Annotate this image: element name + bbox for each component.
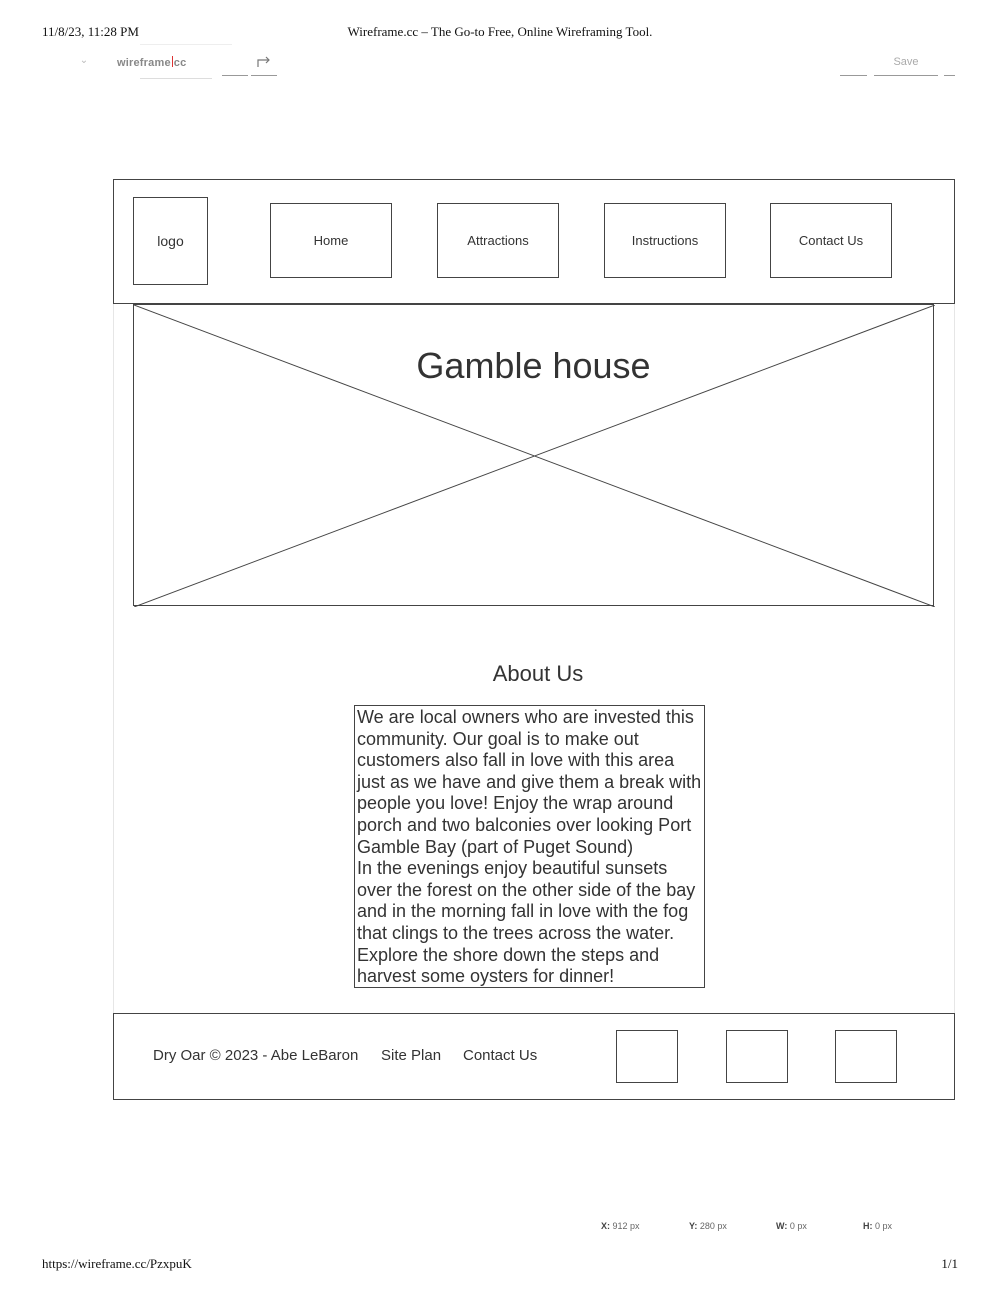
status-h-label: H: [863, 1221, 873, 1231]
hero-title[interactable]: Gamble house [134, 345, 933, 387]
status-y: Y: 280 px [689, 1221, 727, 1231]
undo-button[interactable] [222, 56, 248, 76]
nav-contact-button[interactable]: Contact Us [770, 203, 892, 278]
brand-cursor-mark [171, 56, 173, 67]
nav-instructions-button[interactable]: Instructions [604, 203, 726, 278]
save-button[interactable]: Save [874, 52, 938, 76]
about-text[interactable]: We are local owners who are invested thi… [354, 705, 705, 988]
social-box[interactable] [616, 1030, 678, 1083]
status-x: X: 912 px [601, 1221, 640, 1231]
toolbar-divider [140, 44, 232, 45]
chevron-down-icon[interactable]: ⌄ [77, 54, 91, 68]
print-footer: https://wireframe.cc/PzxpuK 1/1 [0, 1256, 1000, 1280]
footer-site-plan-link[interactable]: Site Plan [381, 1047, 441, 1064]
status-y-value: 280 px [699, 1221, 727, 1231]
status-w: W: 0 px [776, 1221, 807, 1231]
status-h-value: 0 px [875, 1221, 893, 1231]
status-y-label: Y: [689, 1221, 698, 1231]
social-box[interactable] [726, 1030, 788, 1083]
toolbar-divider [140, 78, 212, 79]
print-url: https://wireframe.cc/PzxpuK [42, 1256, 192, 1271]
app-logo[interactable]: wireframe cc [117, 56, 186, 69]
print-page-title: Wireframe.cc – The Go-to Free, Online Wi… [347, 24, 653, 39]
print-page-number: 1/1 [941, 1256, 958, 1271]
wireframe-logo[interactable]: logo [133, 197, 208, 285]
brand-text-left: wireframe [117, 57, 171, 69]
app-toolbar: ⌄ wireframe cc Save [0, 44, 1000, 80]
status-w-value: 0 px [789, 1221, 807, 1231]
hero-image-placeholder[interactable]: Gamble house [133, 304, 935, 607]
logo-label: logo [157, 233, 184, 249]
status-h: H: 0 px [863, 1221, 892, 1231]
toolbar-button[interactable] [944, 56, 955, 76]
redo-icon[interactable] [256, 54, 272, 68]
status-x-value: 912 px [612, 1221, 640, 1231]
social-box[interactable] [835, 1030, 897, 1083]
brand-text-right: cc [173, 57, 187, 69]
status-w-label: W: [776, 1221, 788, 1231]
about-title[interactable]: About Us [440, 661, 636, 687]
nav-attractions-button[interactable]: Attractions [437, 203, 559, 278]
status-x-label: X: [601, 1221, 610, 1231]
footer-contact-link[interactable]: Contact Us [463, 1047, 537, 1064]
toolbar-button[interactable] [840, 56, 867, 76]
footer-copyright[interactable]: Dry Oar © 2023 - Abe LeBaron [153, 1047, 358, 1064]
nav-home-button[interactable]: Home [270, 203, 392, 278]
